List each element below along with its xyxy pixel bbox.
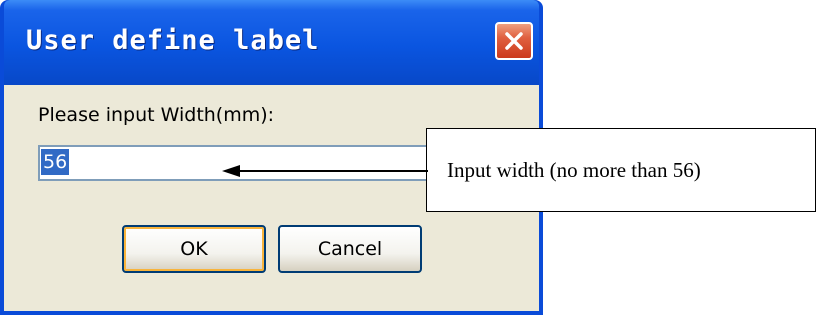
width-input-value: 56	[41, 149, 70, 175]
close-icon	[505, 32, 523, 50]
title-bar[interactable]: User define label	[4, 0, 539, 85]
annotation-callout: Input width (no more than 56)	[426, 128, 816, 212]
arrow-left-icon	[222, 165, 428, 177]
width-prompt-label: Please input Width(mm):	[38, 104, 275, 126]
ok-button[interactable]: OK	[122, 225, 266, 273]
dialog-title: User define label	[26, 25, 320, 56]
close-button[interactable]	[495, 22, 533, 60]
cancel-button[interactable]: Cancel	[278, 225, 422, 273]
